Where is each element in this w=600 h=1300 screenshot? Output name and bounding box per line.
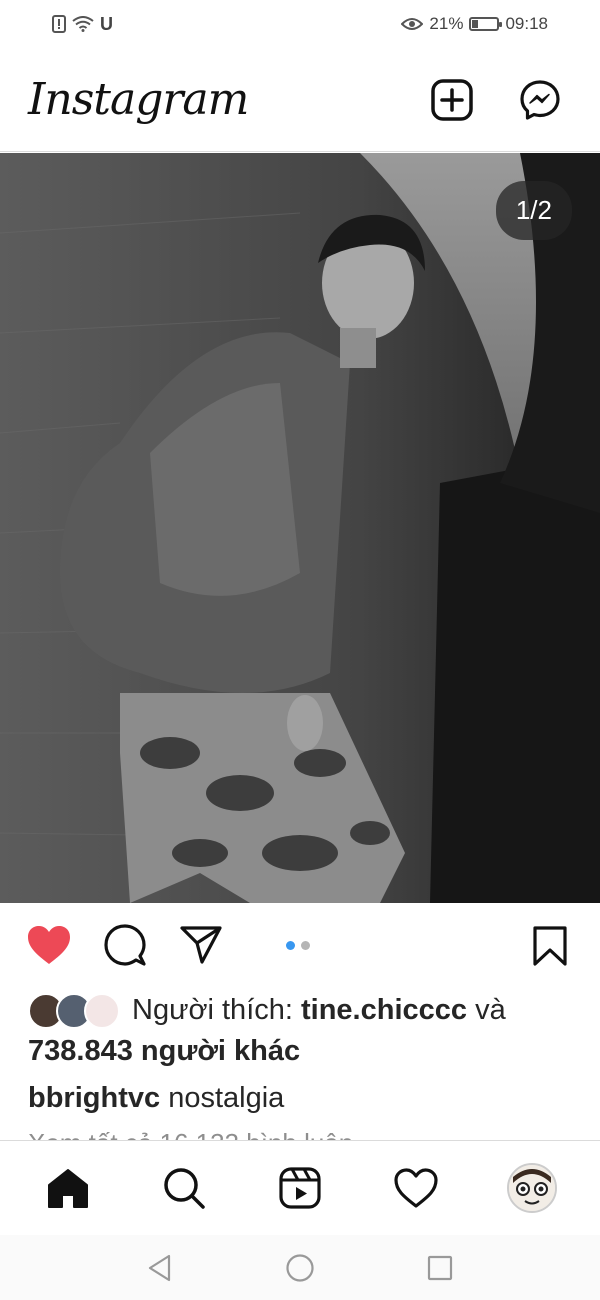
app-header: Instagram (0, 48, 600, 152)
profile-avatar (507, 1163, 557, 1213)
bottom-nav (0, 1140, 600, 1235)
send-icon (180, 926, 222, 964)
comment-button[interactable] (100, 920, 150, 970)
reels-icon (279, 1167, 321, 1209)
like-button[interactable] (24, 920, 74, 970)
wifi-icon (72, 16, 94, 32)
system-recents-button[interactable] (420, 1248, 460, 1288)
messenger-button[interactable] (518, 78, 562, 122)
instagram-logo[interactable]: Instagram (28, 74, 249, 125)
status-bar: U 21% 09:18 (0, 0, 600, 48)
battery-icon (469, 17, 503, 31)
likes-prefix: Người thích: (132, 994, 301, 1026)
new-post-button[interactable] (430, 78, 474, 122)
nav-search[interactable] (154, 1158, 214, 1218)
nav-profile[interactable] (502, 1158, 562, 1218)
recents-icon (427, 1255, 453, 1280)
bookmark-icon (533, 926, 567, 966)
likes-and: và (467, 994, 506, 1026)
system-back-button[interactable] (140, 1248, 180, 1288)
carousel-dots (286, 941, 310, 950)
messenger-icon (520, 79, 560, 120)
home-icon (48, 1169, 88, 1208)
clock: 09:18 (505, 14, 548, 33)
header-actions (430, 78, 572, 122)
eye-comfort-icon (401, 17, 424, 31)
post-actions (0, 905, 600, 985)
carousel-dot-active (286, 941, 295, 950)
save-button[interactable] (528, 923, 572, 969)
nav-reels[interactable] (270, 1158, 330, 1218)
status-right: 21% 09:18 (401, 14, 548, 34)
back-icon (148, 1254, 171, 1281)
new-post-icon (431, 78, 473, 121)
post-photo-art (0, 153, 600, 903)
comment-icon (104, 924, 146, 966)
battery-percent: 21% (429, 14, 464, 33)
liker-avatars (28, 991, 122, 1031)
likes-summary[interactable]: Người thích: tine.chicccc và 738.843 ngư… (28, 990, 588, 1071)
liker-avatar (84, 993, 120, 1030)
activity-heart-icon (394, 1168, 438, 1208)
profile-avatar-art (509, 1165, 555, 1211)
alert-sim-icon (52, 15, 66, 33)
system-nav-bar (0, 1235, 600, 1300)
carousel-dot (301, 941, 310, 950)
nav-activity[interactable] (386, 1158, 446, 1218)
liker-username[interactable]: tine.chicccc (301, 994, 467, 1026)
carrier-icon: U (100, 13, 113, 34)
post-photo[interactable]: 1/2 (0, 153, 600, 903)
home-circle-icon (286, 1253, 314, 1282)
likes-count[interactable]: 738.843 người khác (28, 1035, 300, 1067)
nav-home[interactable] (38, 1158, 98, 1218)
caption-author[interactable]: bbrightvc (28, 1082, 160, 1114)
view-comments-link[interactable]: Xem tất cả 16.132 bình luận (28, 1126, 353, 1140)
search-icon (164, 1168, 205, 1209)
share-button[interactable] (176, 920, 226, 970)
heart-filled-icon (28, 926, 70, 964)
image-counter: 1/2 (495, 181, 572, 240)
system-home-button[interactable] (280, 1248, 320, 1288)
caption-text: nostalgia (168, 1082, 285, 1114)
post-caption: bbrightvc nostalgia (28, 1078, 284, 1118)
status-left: U (52, 14, 113, 35)
